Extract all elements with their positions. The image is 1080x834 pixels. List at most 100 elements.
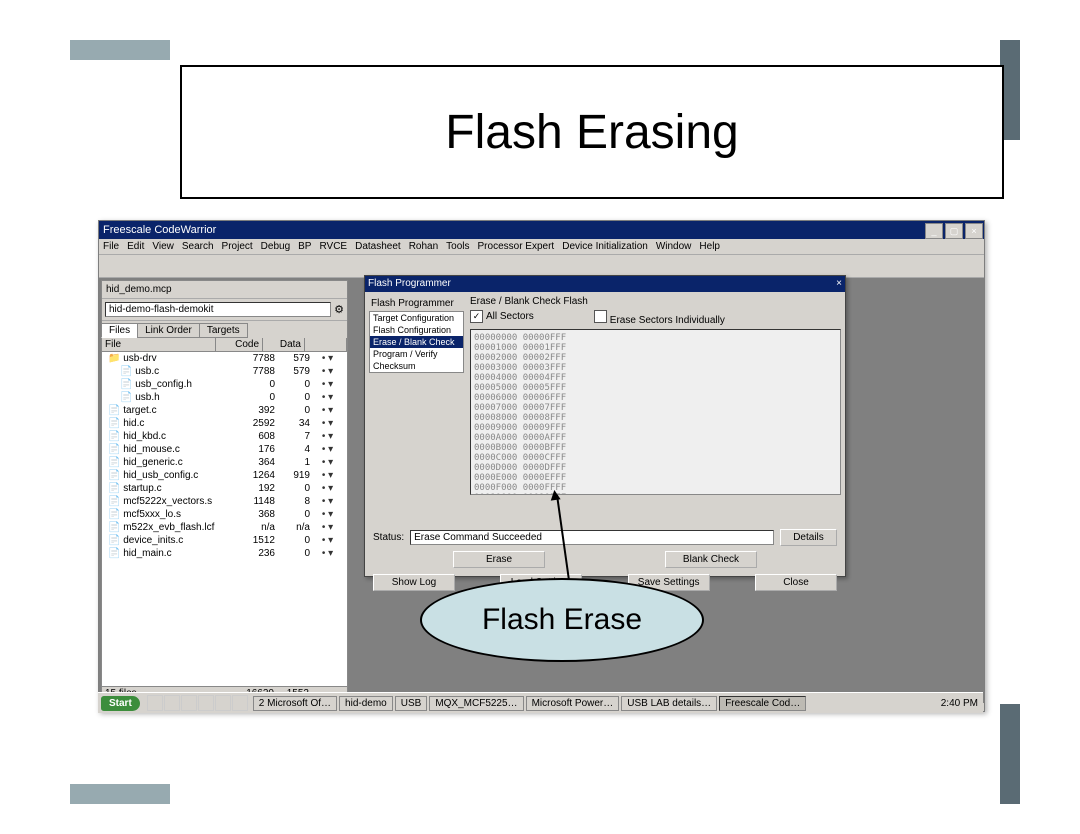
menu-item[interactable]: File [103,241,119,252]
col-file[interactable]: File [102,338,216,351]
toolbar-button[interactable] [300,256,320,276]
menu-item[interactable]: Window [656,241,692,252]
project-tab[interactable]: Link Order [137,323,200,338]
sector-row: 0000E000 0000EFFF [474,473,837,483]
menu-item[interactable]: Help [699,241,720,252]
close-button[interactable]: Close [755,574,837,591]
menu-item[interactable]: Project [222,241,253,252]
flash-nav-item[interactable]: Flash Configuration [370,324,463,336]
task-button[interactable]: USB LAB details… [621,696,717,711]
toolbar-button[interactable] [212,256,232,276]
menu-item[interactable]: Edit [127,241,144,252]
file-row[interactable]: 📄 mcf5xxx_lo.s3680• ▾ [102,508,347,521]
menu-item[interactable]: Search [182,241,214,252]
project-tab[interactable]: Targets [199,323,248,338]
file-row[interactable]: 📄 hid_usb_config.c1264919• ▾ [102,469,347,482]
file-list[interactable]: 📁 usb-drv7788579• ▾📄 usb.c7788579• ▾📄 us… [102,352,347,686]
toolbar-button[interactable] [410,256,430,276]
toolbar-button[interactable] [454,256,474,276]
toolbar-button[interactable] [432,256,452,276]
toolbar-button[interactable] [520,256,540,276]
menu-item[interactable]: Device Initialization [562,241,648,252]
flash-nav-item[interactable]: Program / Verify [370,348,463,360]
project-tab[interactable]: Files [101,323,138,338]
toolbar-button[interactable] [102,256,122,276]
task-button[interactable]: hid-demo [339,696,393,711]
maximize-icon[interactable]: ▢ [945,223,963,239]
toolbar-button[interactable] [388,256,408,276]
menu-item[interactable]: BP [298,241,311,252]
start-button[interactable]: Start [101,696,140,711]
task-buttons[interactable]: 2 Microsoft Of…hid-demoUSBMQX_MCF5225…Mi… [252,696,807,711]
menu-item[interactable]: Tools [446,241,469,252]
target-selector[interactable]: hid-demo-flash-demokit [105,302,331,317]
task-button[interactable]: Freescale Cod… [719,696,806,711]
toolbar-button[interactable] [564,256,584,276]
toolbar-button[interactable] [278,256,298,276]
task-button[interactable]: Microsoft Power… [526,696,620,711]
flash-nav-list[interactable]: Target ConfigurationFlash ConfigurationE… [369,311,464,373]
toolbar-button[interactable] [586,256,606,276]
toolbar-button[interactable] [344,256,364,276]
file-row[interactable]: 📄 hid_mouse.c1764• ▾ [102,443,347,456]
menu-item[interactable]: Debug [261,241,290,252]
flash-titlebar[interactable]: Flash Programmer × [365,276,845,292]
file-row[interactable]: 📄 target.c3920• ▾ [102,404,347,417]
toolbar-button[interactable] [234,256,254,276]
toolbar-button[interactable] [498,256,518,276]
toolbar-button[interactable] [608,256,628,276]
flash-nav-item[interactable]: Erase / Blank Check [370,336,463,348]
toolbar-button[interactable] [366,256,386,276]
task-button[interactable]: MQX_MCF5225… [429,696,523,711]
file-row[interactable]: 📄 m522x_evb_flash.lcfn/an/a• ▾ [102,521,347,534]
blank-check-button[interactable]: Blank Check [665,551,757,568]
task-button[interactable]: USB [395,696,428,711]
project-tabs[interactable]: FilesLink OrderTargets [102,321,347,338]
toolbar-button[interactable] [124,256,144,276]
file-row[interactable]: 📄 hid_main.c2360• ▾ [102,547,347,560]
flash-close-icon[interactable]: × [836,276,842,292]
toolbar-button[interactable] [168,256,188,276]
toolbar-button[interactable] [476,256,496,276]
menu-item[interactable]: Datasheet [355,241,401,252]
file-row[interactable]: 📄 usb_config.h00• ▾ [102,378,347,391]
toolbar-button[interactable] [190,256,210,276]
toolbar-button[interactable] [542,256,562,276]
taskbar[interactable]: Start 2 Microsoft Of…hid-demoUSBMQX_MCF5… [98,692,983,713]
erase-button[interactable]: Erase [453,551,545,568]
file-row[interactable]: 📄 hid_kbd.c6087• ▾ [102,430,347,443]
file-row[interactable]: 📄 hid_generic.c3641• ▾ [102,456,347,469]
toolbar-button[interactable] [322,256,342,276]
target-settings-icon[interactable]: ⚙ [334,303,344,316]
details-button[interactable]: Details [780,529,837,546]
file-row[interactable]: 📄 mcf5222x_vectors.s11488• ▾ [102,495,347,508]
menu-item[interactable]: View [152,241,174,252]
close-icon[interactable]: × [965,223,983,239]
flash-nav-item[interactable]: Target Configuration [370,312,463,324]
task-button[interactable]: 2 Microsoft Of… [253,696,337,711]
system-tray[interactable]: 2:40 PM [936,698,983,709]
project-dropdown[interactable]: hid_demo.mcp [102,281,347,299]
chk-indiv-sectors[interactable]: Erase Sectors Individually [594,310,725,326]
menu-item[interactable]: Rohan [409,241,438,252]
file-row[interactable]: 📄 hid.c259234• ▾ [102,417,347,430]
chk-all-sectors[interactable]: ✓All Sectors [470,310,534,326]
col-code[interactable]: Code [216,338,263,351]
file-row[interactable]: 📄 startup.c1920• ▾ [102,482,347,495]
flash-nav-item[interactable]: Checksum [370,360,463,372]
minimize-icon[interactable]: _ [925,223,943,239]
toolbar-button[interactable] [146,256,166,276]
file-row[interactable]: 📁 usb-drv7788579• ▾ [102,352,347,365]
col-data[interactable]: Data [263,338,305,351]
file-row[interactable]: 📄 usb.h00• ▾ [102,391,347,404]
menu-item[interactable]: Processor Expert [478,241,555,252]
show-log-button[interactable]: Show Log [373,574,455,591]
menu-item[interactable]: RVCE [319,241,347,252]
menu-bar[interactable]: File Edit View Search Project Debug BP RVCE Data… [99,239,984,255]
file-row[interactable]: 📄 usb.c7788579• ▾ [102,365,347,378]
toolbar-button[interactable] [256,256,276,276]
file-row[interactable]: 📄 device_inits.c15120• ▾ [102,534,347,547]
flash-programmer-window[interactable]: Flash Programmer × Flash Programmer Targ… [364,275,846,577]
app-titlebar[interactable]: Freescale CodeWarrior _ ▢ × [99,221,984,239]
quick-launch[interactable] [147,695,248,711]
